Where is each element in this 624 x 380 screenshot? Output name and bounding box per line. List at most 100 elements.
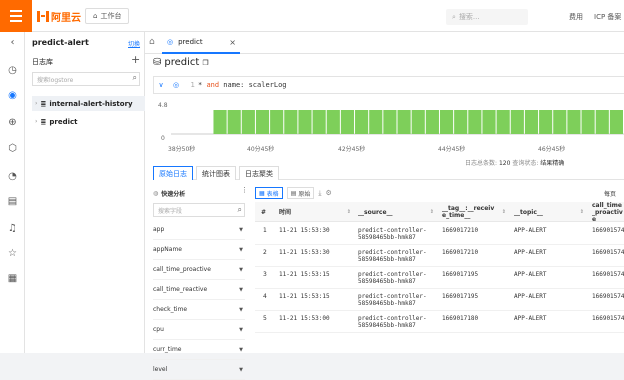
histogram-bar[interactable] bbox=[284, 110, 298, 134]
menu-icon[interactable] bbox=[0, 0, 32, 32]
table-view-button[interactable]: ▦ 表格 bbox=[255, 187, 283, 199]
histogram-bar[interactable] bbox=[270, 110, 284, 134]
close-icon[interactable]: × bbox=[229, 38, 236, 47]
chevron-down-icon[interactable]: ▼ bbox=[239, 247, 243, 253]
histogram-bar[interactable] bbox=[524, 110, 539, 134]
histogram-bar[interactable] bbox=[468, 110, 482, 134]
switch-project-link[interactable]: 切换 bbox=[128, 39, 140, 48]
chevron-down-icon[interactable]: ▼ bbox=[239, 287, 243, 293]
tab-raw-logs[interactable]: 原始日志 bbox=[153, 166, 193, 180]
histogram-bar[interactable] bbox=[510, 110, 524, 134]
table-row[interactable]: 2 11-21 15:53:30 predict-controller-585984… bbox=[255, 245, 624, 267]
query-type-icon[interactable]: ◎ bbox=[168, 81, 184, 89]
histogram-bar[interactable] bbox=[581, 110, 595, 134]
settings-icon[interactable]: ⚙ bbox=[325, 189, 331, 197]
clock-icon[interactable]: ◷ bbox=[6, 64, 19, 77]
chevron-down-icon[interactable]: ▼ bbox=[239, 267, 243, 273]
histogram-bar[interactable] bbox=[213, 110, 227, 134]
histogram-bar[interactable] bbox=[454, 110, 468, 134]
alert-icon[interactable]: ♫ bbox=[6, 222, 19, 235]
star-icon[interactable]: ☆ bbox=[6, 247, 19, 260]
chart-icon[interactable]: ◔ bbox=[6, 170, 19, 183]
add-logstore-icon[interactable]: + bbox=[131, 53, 140, 66]
column-header-receive-time[interactable]: __tag__:__receive_time__ ⇕ bbox=[442, 202, 506, 222]
chevron-down-icon[interactable]: ▼ bbox=[239, 307, 243, 313]
histogram-y-min: 0 bbox=[161, 135, 165, 142]
histogram-bar[interactable] bbox=[425, 110, 439, 134]
histogram-bar[interactable] bbox=[567, 110, 581, 134]
grid-icon[interactable]: ▦ bbox=[6, 272, 19, 285]
histogram-bar[interactable] bbox=[609, 110, 623, 134]
field-search-input[interactable]: 搜索字段 ⌕ bbox=[153, 203, 245, 217]
sort-icon[interactable]: ⇕ bbox=[347, 209, 351, 216]
raw-view-button[interactable]: ▤ 原始 bbox=[286, 187, 315, 199]
back-icon[interactable]: ‹ bbox=[6, 36, 19, 49]
histogram-bar[interactable] bbox=[298, 110, 312, 134]
more-icon[interactable]: ⋮ bbox=[241, 186, 248, 194]
chevron-down-icon[interactable]: ▼ bbox=[239, 227, 243, 233]
histogram-bar[interactable] bbox=[496, 110, 510, 134]
query-text[interactable]: * and name: scalerLog bbox=[198, 81, 287, 89]
search-icon: ⌕ bbox=[132, 73, 137, 82]
dashboard-icon[interactable]: ▤ bbox=[6, 195, 19, 208]
histogram-bar[interactable] bbox=[312, 110, 326, 134]
column-header-time[interactable]: 时间 ⇕ bbox=[279, 202, 351, 222]
field-item[interactable]: appName ▼ bbox=[153, 240, 245, 260]
field-item[interactable]: app ▼ bbox=[153, 220, 245, 240]
column-header-topic[interactable]: __topic__ ⇕ bbox=[514, 202, 584, 222]
icp-link[interactable]: ICP 备案 bbox=[594, 12, 621, 22]
field-item[interactable]: check_time ▼ bbox=[153, 300, 245, 320]
chevron-down-icon[interactable]: ▼ bbox=[239, 367, 243, 373]
chevron-down-icon[interactable]: ▼ bbox=[239, 347, 243, 353]
field-item[interactable]: level ▼ bbox=[153, 360, 245, 380]
tab-charts[interactable]: 统计图表 bbox=[196, 166, 236, 180]
home-tab-icon[interactable]: ⌂ bbox=[149, 37, 155, 47]
tab-predict[interactable]: ◎ predict × bbox=[162, 32, 240, 54]
logstore-search-input[interactable]: 搜索logstore ⌕ bbox=[32, 72, 140, 86]
zoom-icon[interactable]: ⊕ bbox=[6, 116, 19, 129]
histogram-bar[interactable] bbox=[439, 110, 454, 134]
histogram-bar[interactable] bbox=[326, 110, 340, 134]
cube-icon[interactable]: ⬡ bbox=[6, 142, 19, 155]
histogram-bar[interactable] bbox=[482, 110, 496, 134]
logstore-item-internal-alert-history[interactable]: › ≣ internal-alert-history bbox=[32, 96, 145, 111]
chevron-down-icon[interactable]: ▼ bbox=[239, 327, 243, 333]
histogram-bar[interactable] bbox=[227, 110, 241, 134]
histogram-bar[interactable] bbox=[383, 110, 397, 134]
sort-icon[interactable]: ⇕ bbox=[502, 209, 506, 216]
query-icon[interactable]: ◉ bbox=[6, 89, 19, 102]
histogram-bar[interactable] bbox=[553, 110, 567, 134]
global-search-input[interactable]: ⌕ 搜索... bbox=[446, 9, 528, 25]
histogram-bar[interactable] bbox=[539, 110, 553, 134]
chevron-down-icon[interactable]: ∨ bbox=[154, 81, 168, 89]
histogram-bar[interactable] bbox=[255, 110, 270, 134]
histogram-bar[interactable] bbox=[340, 110, 355, 134]
copy-icon[interactable]: ❐ bbox=[202, 59, 208, 67]
sort-icon[interactable]: ⇕ bbox=[580, 209, 584, 216]
tab-log-clusters[interactable]: 日志聚类 bbox=[239, 166, 279, 180]
field-item[interactable]: call_time_reactive ▼ bbox=[153, 280, 245, 300]
histogram[interactable]: 4.8 0 38分50秒 40分45秒 42分45秒 44分45秒 46分45秒 bbox=[153, 98, 624, 156]
histogram-bar[interactable] bbox=[397, 110, 411, 134]
field-item[interactable]: cpu ▼ bbox=[153, 320, 245, 340]
table-row[interactable]: 3 11-21 15:53:15 predict-controller-585984… bbox=[255, 267, 624, 289]
logstore-item-predict[interactable]: › ≣ predict bbox=[32, 114, 145, 129]
download-icon[interactable]: ⤓ bbox=[318, 189, 321, 198]
histogram-bar[interactable] bbox=[355, 110, 369, 134]
histogram-bar[interactable] bbox=[369, 110, 383, 134]
query-editor[interactable]: ∨ ◎ 1 * and name: scalerLog bbox=[153, 76, 624, 94]
fee-link[interactable]: 费用 bbox=[569, 12, 583, 22]
field-item[interactable]: curr_time ▼ bbox=[153, 340, 245, 360]
table-row[interactable]: 5 11-21 15:53:00 predict-controller-585984… bbox=[255, 311, 624, 333]
column-header-call-time[interactable]: call_time_proactive bbox=[592, 202, 624, 222]
histogram-bar[interactable] bbox=[595, 110, 609, 134]
field-item[interactable]: call_time_proactive ▼ bbox=[153, 260, 245, 280]
column-header-source[interactable]: __source__ ⇕ bbox=[358, 202, 434, 222]
table-row[interactable]: 1 11-21 15:53:30 predict-controller-585984… bbox=[255, 223, 624, 245]
histogram-bar[interactable] bbox=[411, 110, 425, 134]
aliyun-logo[interactable]: 阿里云 bbox=[37, 9, 81, 24]
sort-icon[interactable]: ⇕ bbox=[430, 209, 434, 216]
workbench-button[interactable]: ⌂ 工作台 bbox=[85, 8, 130, 24]
table-row[interactable]: 4 11-21 15:53:15 predict-controller-585984… bbox=[255, 289, 624, 311]
histogram-bar[interactable] bbox=[241, 110, 255, 134]
